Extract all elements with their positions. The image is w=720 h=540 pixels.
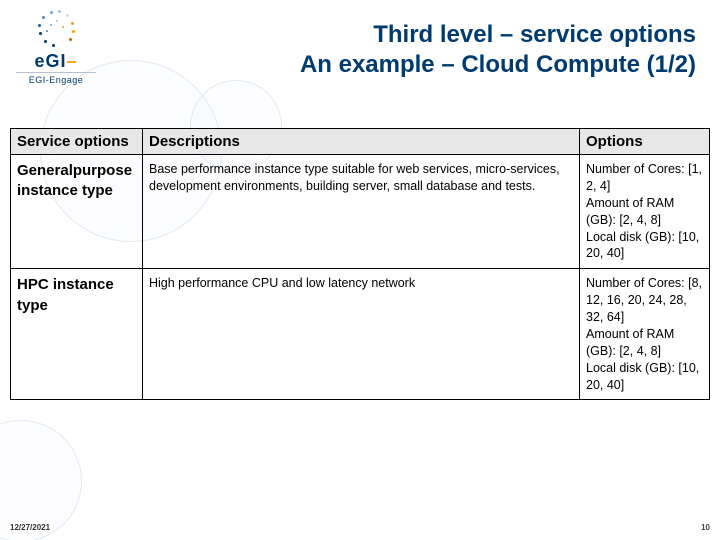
logo-dots-icon [36, 10, 76, 50]
footer-date: 12/27/2021 [10, 523, 50, 532]
logo: eGI– EGI-Engage [16, 10, 96, 85]
table-header-row: Service options Descriptions Options [11, 129, 710, 155]
footer: 12/27/2021 10 [10, 518, 710, 532]
th-descriptions: Descriptions [143, 129, 580, 155]
row-opts: Number of Cores: [1, 2, 4] Amount of RAM… [580, 155, 710, 269]
row-desc: High performance CPU and low latency net… [143, 269, 580, 400]
title-line-2: An example – Cloud Compute (1/2) [300, 50, 696, 80]
row-desc: Base performance instance type suitable … [143, 155, 580, 269]
row-opts: Number of Cores: [8, 12, 16, 20, 24, 28,… [580, 269, 710, 400]
th-service-options: Service options [11, 129, 143, 155]
th-options: Options [580, 129, 710, 155]
logo-text: eGI– [16, 52, 96, 70]
table-row: Generalpurpose instance type Base perfor… [11, 155, 710, 269]
row-name: HPC instance type [11, 269, 143, 400]
table-row: HPC instance type High performance CPU a… [11, 269, 710, 400]
logo-dash-icon: – [67, 51, 78, 71]
logo-subtext: EGI-Engage [16, 72, 96, 85]
options-table: Service options Descriptions Options Gen… [10, 128, 710, 400]
footer-page-number: 10 [701, 523, 710, 532]
title-block: Third level – service options An example… [300, 20, 696, 80]
options-table-wrap: Service options Descriptions Options Gen… [10, 128, 710, 400]
logo-main: eGI [34, 51, 66, 71]
slide: eGI– EGI-Engage Third level – service op… [0, 0, 720, 540]
row-name: Generalpurpose instance type [11, 155, 143, 269]
title-line-1: Third level – service options [300, 20, 696, 50]
